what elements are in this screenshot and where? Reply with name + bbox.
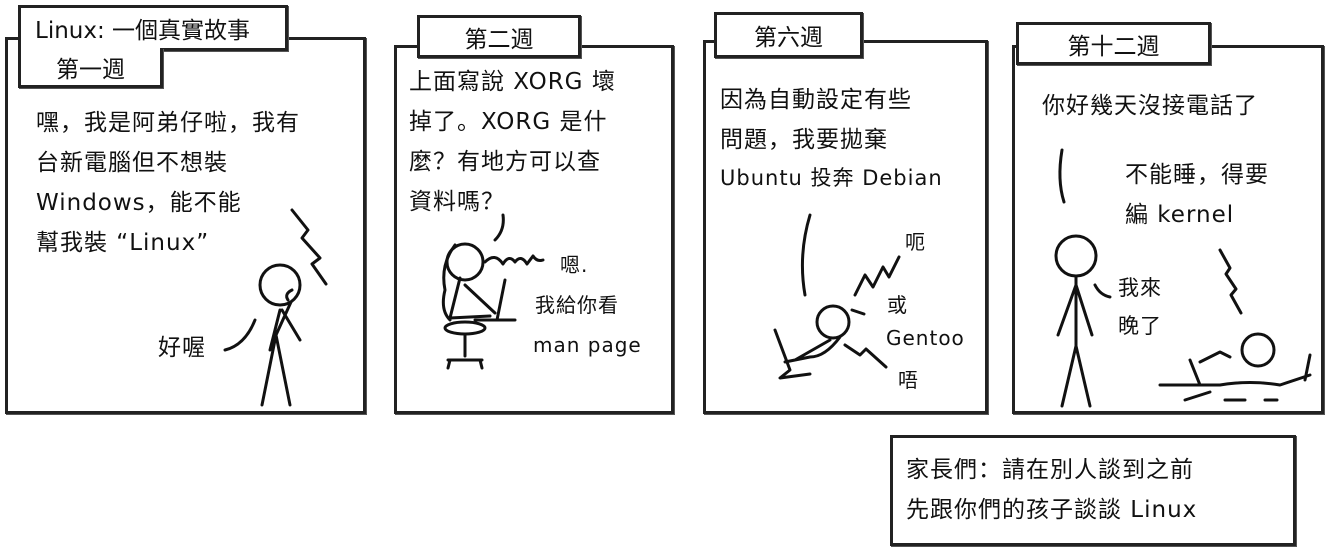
panel-1-line-3: Windows，能不能 bbox=[36, 190, 242, 216]
panel-3-reply-1: 呃 bbox=[905, 230, 926, 254]
panel-3-caption: 第六週 bbox=[754, 25, 823, 51]
comic-title-box: Linux: 一個真實故事 bbox=[18, 5, 288, 51]
comic-title: Linux: 一個真實故事 bbox=[35, 18, 251, 44]
panel-2-line-1: 上面寫說 XORG 壞 bbox=[409, 69, 616, 95]
panel-1-reply: 好喔 bbox=[158, 335, 206, 361]
panel-4-line: 你好幾天沒接電話了 bbox=[1042, 93, 1258, 119]
panel-4-caption-box: 第十二週 bbox=[1016, 22, 1211, 65]
panel-3-line-3: Ubuntu 投奔 Debian bbox=[720, 166, 943, 190]
panel-2-reply-2: 我給你看 bbox=[535, 293, 619, 317]
panel-4-kid-line-2: 編 kernel bbox=[1125, 202, 1235, 228]
panel-1-line-2: 台新電腦但不想裝 bbox=[36, 150, 228, 176]
panel-3-caption-box: 第六週 bbox=[714, 12, 863, 58]
panel-4-kid-line-1: 不能睡，得要 bbox=[1125, 162, 1269, 188]
panel-2-reply-3: man page bbox=[533, 333, 642, 357]
panel-3-reply-3: 唔 bbox=[898, 368, 919, 392]
footer-line-2: 先跟你們的孩子談談 Linux bbox=[906, 497, 1198, 523]
panel-1-line-4: 幫我裝 “Linux” bbox=[36, 230, 210, 256]
panel-2-line-4: 資料嗎？ bbox=[409, 189, 505, 215]
footer-line-1: 家長們：請在別人談到之前 bbox=[906, 457, 1194, 483]
panel-2-line-3: 麼？有地方可以查 bbox=[409, 149, 601, 175]
panel-3-reply-2b: Gentoo bbox=[886, 326, 965, 350]
panel-3-line-2: 問題，我要拋棄 bbox=[720, 127, 888, 153]
panel-1-line-1: 嘿，我是阿弟仔啦，我有 bbox=[36, 110, 300, 136]
panel-2-caption-box: 第二週 bbox=[417, 15, 581, 58]
panel-4-reply-2: 晚了 bbox=[1118, 314, 1162, 338]
panel-1-caption-box: 第一週 bbox=[18, 48, 163, 88]
panel-1-caption: 第一週 bbox=[56, 56, 125, 83]
panel-2-reply-1: 嗯. bbox=[560, 253, 589, 277]
panel-2-line-2: 掉了。XORG 是什 bbox=[409, 109, 608, 135]
panel-4-reply-1: 我來 bbox=[1118, 276, 1162, 300]
panel-4-caption: 第十二週 bbox=[1067, 33, 1160, 60]
panel-2-caption: 第二週 bbox=[464, 26, 534, 53]
panel-3-line-1: 因為自動設定有些 bbox=[720, 87, 912, 113]
